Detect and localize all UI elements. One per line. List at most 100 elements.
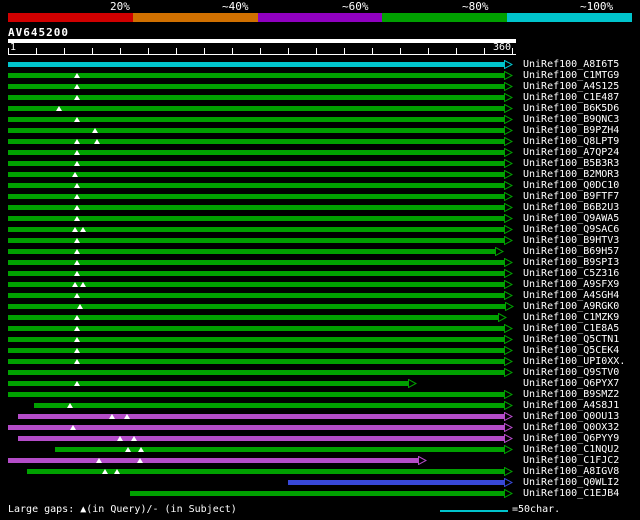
alignment-bar[interactable] bbox=[8, 425, 504, 430]
alignment-bar[interactable] bbox=[8, 458, 418, 463]
alignment-bar[interactable] bbox=[8, 238, 504, 243]
hit-label[interactable]: UniRef100_Q8LPT9 bbox=[523, 136, 619, 147]
hit-label[interactable]: UniRef100_Q9SAC6 bbox=[523, 224, 619, 235]
alignment-bar[interactable] bbox=[8, 95, 504, 100]
alignment-bar[interactable] bbox=[8, 337, 504, 342]
alignment-bar[interactable] bbox=[8, 106, 504, 111]
hit-label[interactable]: UniRef100_C1EJB4 bbox=[523, 488, 619, 499]
hit-label[interactable]: UniRef100_C1NQU2 bbox=[523, 444, 619, 455]
hit-label[interactable]: UniRef100_B9SMZ2 bbox=[523, 389, 619, 400]
hit-label[interactable]: UniRef100_Q0DC10 bbox=[523, 180, 619, 191]
hit-label[interactable]: UniRef100_C1E8A5 bbox=[523, 323, 619, 334]
hit-label[interactable]: UniRef100_Q5CTN1 bbox=[523, 334, 619, 345]
alignment-bar[interactable] bbox=[8, 128, 504, 133]
hit-label[interactable]: UniRef100_B5B3R3 bbox=[523, 158, 619, 169]
arrowhead-icon bbox=[505, 302, 514, 311]
alignment-row: UniRef100_B6B2U3 bbox=[0, 202, 640, 213]
alignment-bar[interactable] bbox=[8, 260, 504, 265]
hit-label[interactable]: UniRef100_Q0WLI2 bbox=[523, 477, 619, 488]
hit-label[interactable]: UniRef100_B9PZH4 bbox=[523, 125, 619, 136]
alignment-bar[interactable] bbox=[8, 62, 504, 67]
gap-marker-icon bbox=[74, 271, 80, 276]
alignment-bar[interactable] bbox=[8, 205, 504, 210]
alignment-bar[interactable] bbox=[288, 480, 504, 485]
hit-label[interactable]: UniRef100_B9HTV3 bbox=[523, 235, 619, 246]
hit-label[interactable]: UniRef100_Q9AWA5 bbox=[523, 213, 619, 224]
hit-label[interactable]: UniRef100_A8I6T5 bbox=[523, 59, 619, 70]
alignment-row: UniRef100_C5Z316 bbox=[0, 268, 640, 279]
alignment-row: UniRef100_A7QP24 bbox=[0, 147, 640, 158]
alignment-bar[interactable] bbox=[8, 161, 504, 166]
hit-label[interactable]: UniRef100_C5Z316 bbox=[523, 268, 619, 279]
hit-label[interactable]: UniRef100_B69H57 bbox=[523, 246, 619, 257]
alignment-bar[interactable] bbox=[8, 370, 504, 375]
hit-label[interactable]: UniRef100_B9QNC3 bbox=[523, 114, 619, 125]
alignment-bar[interactable] bbox=[130, 491, 504, 496]
gap-marker-icon bbox=[74, 73, 80, 78]
alignment-bar[interactable] bbox=[8, 293, 504, 298]
hit-label[interactable]: UniRef100_B6B2U3 bbox=[523, 202, 619, 213]
hit-label[interactable]: UniRef100_Q0OU13 bbox=[523, 411, 619, 422]
hit-label[interactable]: UniRef100_Q9STV0 bbox=[523, 367, 619, 378]
alignment-row: UniRef100_Q9SAC6 bbox=[0, 224, 640, 235]
hit-label[interactable]: UniRef100_C1FJC2 bbox=[523, 455, 619, 466]
ruler bbox=[8, 48, 516, 55]
alignment-bar[interactable] bbox=[8, 194, 504, 199]
arrowhead-icon bbox=[504, 291, 513, 300]
hit-label[interactable]: UniRef100_UPI0XX. bbox=[523, 356, 625, 367]
hit-label[interactable]: UniRef100_A4SGH4 bbox=[523, 290, 619, 301]
alignment-row: UniRef100_A9RGK0 bbox=[0, 301, 640, 312]
query-name: AV645200 bbox=[8, 26, 69, 39]
gap-marker-icon bbox=[72, 282, 78, 287]
hit-label[interactable]: UniRef100_B2MOR3 bbox=[523, 169, 619, 180]
scale-segment-cyan bbox=[507, 13, 632, 22]
alignment-bar[interactable] bbox=[8, 183, 504, 188]
hit-label[interactable]: UniRef100_A9SFX9 bbox=[523, 279, 619, 290]
hit-label[interactable]: UniRef100_C1MTG9 bbox=[523, 70, 619, 81]
hit-label[interactable]: UniRef100_C1MZK9 bbox=[523, 312, 619, 323]
alignment-row: UniRef100_A8I6T5 bbox=[0, 59, 640, 70]
hit-label[interactable]: UniRef100_A8IGV8 bbox=[523, 466, 619, 477]
arrowhead-icon bbox=[504, 445, 513, 454]
hit-label[interactable]: UniRef100_Q0OX32 bbox=[523, 422, 619, 433]
alignment-bar[interactable] bbox=[8, 326, 504, 331]
gap-marker-icon bbox=[74, 117, 80, 122]
hit-label[interactable]: UniRef100_Q6PYX7 bbox=[523, 378, 619, 389]
hit-label[interactable]: UniRef100_A7QP24 bbox=[523, 147, 619, 158]
hit-label[interactable]: UniRef100_Q5CEK4 bbox=[523, 345, 619, 356]
hit-label[interactable]: UniRef100_A9RGK0 bbox=[523, 301, 619, 312]
arrowhead-icon bbox=[504, 434, 513, 443]
alignment-bar[interactable] bbox=[8, 381, 408, 386]
hit-label[interactable]: UniRef100_B9SPI3 bbox=[523, 257, 619, 268]
alignment-bar[interactable] bbox=[8, 84, 504, 89]
hit-label[interactable]: UniRef100_Q6PYY9 bbox=[523, 433, 619, 444]
alignment-bar[interactable] bbox=[8, 117, 504, 122]
alignment-bar[interactable] bbox=[8, 139, 504, 144]
gap-marker-icon bbox=[74, 216, 80, 221]
gap-marker-icon bbox=[74, 161, 80, 166]
alignment-bar[interactable] bbox=[8, 271, 504, 276]
arrowhead-icon bbox=[504, 148, 513, 157]
hit-label[interactable]: UniRef100_A4S8J1 bbox=[523, 400, 619, 411]
hit-label[interactable]: UniRef100_C1E487 bbox=[523, 92, 619, 103]
alignment-bar[interactable] bbox=[8, 348, 504, 353]
hit-label[interactable]: UniRef100_A4S125 bbox=[523, 81, 619, 92]
alignment-bar[interactable] bbox=[8, 216, 504, 221]
gap-marker-icon bbox=[138, 447, 144, 452]
alignment-bar[interactable] bbox=[27, 469, 503, 474]
hit-label[interactable]: UniRef100_B6K5D6 bbox=[523, 103, 619, 114]
alignment-bar[interactable] bbox=[8, 392, 504, 397]
alignment-bar[interactable] bbox=[34, 403, 503, 408]
gap-marker-icon bbox=[80, 227, 86, 232]
alignment-bar[interactable] bbox=[55, 447, 504, 452]
alignment-bar[interactable] bbox=[8, 249, 495, 254]
alignment-bar[interactable] bbox=[8, 315, 498, 320]
alignment-bar[interactable] bbox=[18, 414, 504, 419]
alignment-row: UniRef100_Q0OU13 bbox=[0, 411, 640, 422]
alignment-bar[interactable] bbox=[8, 172, 504, 177]
alignment-bar[interactable] bbox=[8, 73, 504, 78]
hit-label[interactable]: UniRef100_B9FTF7 bbox=[523, 191, 619, 202]
alignment-bar[interactable] bbox=[18, 436, 504, 441]
alignment-bar[interactable] bbox=[8, 359, 504, 364]
alignment-bar[interactable] bbox=[8, 150, 504, 155]
